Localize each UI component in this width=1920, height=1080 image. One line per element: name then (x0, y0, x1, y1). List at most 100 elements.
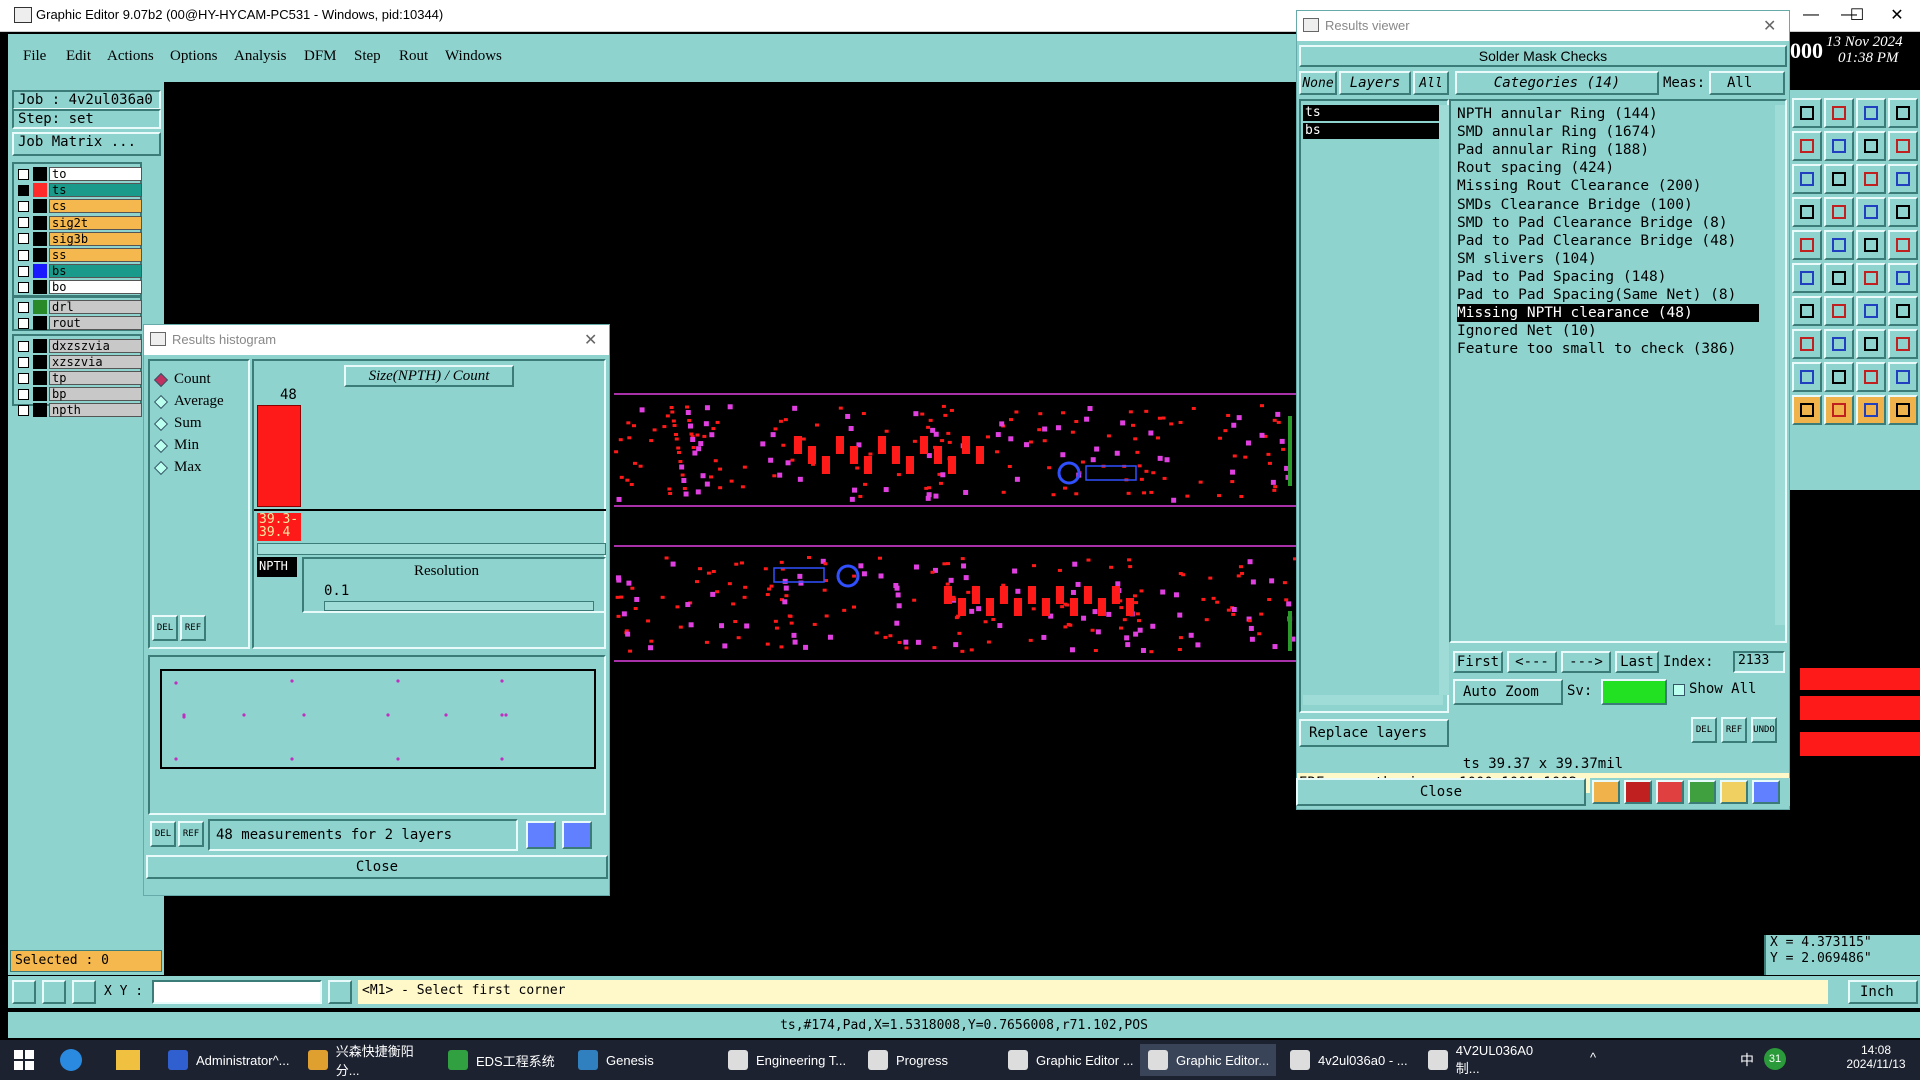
layer-color-swatch[interactable] (33, 183, 47, 198)
ime-indicator[interactable]: 中 (1740, 1050, 1754, 1070)
layer-name[interactable]: npth (49, 403, 142, 417)
layer-row-drl[interactable]: drl (14, 299, 142, 315)
path-icon[interactable] (1888, 263, 1918, 293)
angle-icon[interactable] (1824, 362, 1854, 392)
layer-row-dxzszvia[interactable]: dxzszvia (14, 338, 142, 354)
stat-mode-average-radio[interactable]: Average (153, 393, 224, 410)
layer-name[interactable]: bs (49, 264, 142, 279)
layer-color-swatch[interactable] (33, 215, 47, 230)
grid-icon[interactable] (1888, 197, 1918, 227)
orange-icon[interactable] (1888, 395, 1918, 425)
edge-icon[interactable] (1792, 395, 1822, 425)
ref-button[interactable]: REF (1721, 717, 1747, 743)
export-icon[interactable] (1824, 131, 1854, 161)
taskbar-app[interactable]: Administrator^... (160, 1044, 296, 1076)
ruler-icon[interactable] (1856, 197, 1886, 227)
layer-checkbox[interactable] (18, 217, 29, 229)
job-matrix-button[interactable]: Job Matrix ... (12, 132, 161, 156)
stat-mode-min-radio[interactable]: Min (153, 437, 199, 454)
cross-icon[interactable] (1824, 263, 1854, 293)
tray-arrow-icon[interactable]: ^ (1590, 1050, 1596, 1065)
category-vscrollbar[interactable] (1775, 105, 1785, 625)
brush-icon[interactable] (1792, 263, 1822, 293)
layer-color-swatch[interactable] (33, 199, 47, 214)
stat-mode-max-radio[interactable]: Max (153, 459, 202, 476)
resolution-slider[interactable] (324, 601, 594, 611)
layer-row-bs[interactable]: bs (14, 263, 142, 279)
histogram-bar[interactable] (257, 405, 301, 507)
none-button[interactable]: None (1299, 71, 1337, 95)
histogram-close-button[interactable]: Close (146, 855, 608, 879)
delete-icon[interactable] (1656, 780, 1684, 804)
auto-zoom-dropdown[interactable]: Auto Zoom (1453, 679, 1563, 705)
clone-icon[interactable] (1888, 329, 1918, 359)
layer-row-bo[interactable]: bo (14, 279, 142, 295)
layer-name[interactable]: bp (49, 387, 142, 401)
layer-color-swatch[interactable] (33, 248, 47, 262)
flag-icon[interactable] (1792, 98, 1822, 128)
flip-icon[interactable] (1888, 296, 1918, 326)
layer-row-ts[interactable]: ts (14, 182, 142, 198)
arc-icon[interactable] (1856, 296, 1886, 326)
all-button[interactable]: All (1413, 71, 1449, 95)
next-button[interactable]: ---> (1561, 651, 1611, 673)
frame-icon[interactable] (1792, 131, 1822, 161)
category-item[interactable]: SM slivers (104) (1457, 250, 1597, 268)
layer-row-npth[interactable]: npth (14, 402, 142, 418)
pencil-icon[interactable] (1824, 296, 1854, 326)
category-item[interactable]: SMDs Clearance Bridge (100) (1457, 196, 1693, 214)
category-item[interactable]: Feature too small to check (386) (1457, 340, 1736, 358)
menu-windows[interactable]: Windows (445, 48, 502, 65)
layer-checkbox[interactable] (18, 200, 29, 212)
scale-icon[interactable] (1856, 164, 1886, 194)
layer-checkbox[interactable] (18, 356, 29, 368)
meas-dropdown[interactable]: All (1709, 71, 1785, 95)
layer-checkbox[interactable] (18, 281, 29, 293)
del-button[interactable]: DEL (152, 615, 178, 641)
move-icon[interactable] (1792, 164, 1822, 194)
category-item[interactable]: Missing NPTH clearance (48) (1457, 304, 1759, 323)
cursor-icon[interactable] (1824, 395, 1854, 425)
layer-name[interactable]: tp (49, 371, 142, 385)
zoom-icon[interactable] (526, 821, 556, 849)
box-icon[interactable] (1856, 329, 1886, 359)
layer-name[interactable]: rout (49, 316, 142, 330)
units-dropdown[interactable]: Inch (1848, 980, 1918, 1004)
taskbar-app[interactable]: 4v2ul036a0 - ... (1282, 1044, 1418, 1076)
taskbar-app[interactable]: Genesis (570, 1044, 706, 1076)
taskbar-app[interactable]: 4V2UL036A0制... (1420, 1043, 1556, 1076)
menu-rout[interactable]: Rout (399, 48, 428, 65)
xy-input[interactable] (152, 980, 322, 1004)
layer-row-cs[interactable]: cs (14, 198, 142, 214)
layer-checkbox[interactable] (18, 372, 29, 384)
last-button[interactable]: Last (1615, 651, 1659, 673)
layer-color-swatch[interactable] (33, 231, 47, 246)
menu-file[interactable]: File (23, 48, 46, 65)
taskbar-app[interactable]: Graphic Editor... (1140, 1044, 1276, 1076)
taskbar-app[interactable]: Engineering T... (720, 1044, 856, 1076)
fill-icon[interactable] (1792, 329, 1822, 359)
shape-icon[interactable] (1824, 230, 1854, 260)
tray-badge[interactable]: 31 (1764, 1048, 1786, 1070)
target-icon[interactable] (1824, 164, 1854, 194)
layer-name[interactable]: dxzszvia (49, 339, 142, 353)
results-close-button[interactable]: Close (1296, 778, 1586, 806)
category-item[interactable]: Pad annular Ring (188) (1457, 141, 1649, 159)
result-layer-bs[interactable]: bs (1303, 123, 1439, 139)
layer-vscrollbar[interactable] (1439, 105, 1449, 695)
layer-color-swatch[interactable] (33, 371, 47, 385)
pointer-icon[interactable] (1856, 395, 1886, 425)
index-field[interactable]: 2133 (1733, 651, 1785, 673)
layer-color-swatch[interactable] (33, 403, 47, 417)
triangle-icon[interactable] (1792, 362, 1822, 392)
layer-color-swatch[interactable] (33, 316, 47, 330)
undo-button[interactable]: UNDO (1751, 717, 1777, 743)
measure-tool-icon[interactable] (42, 980, 66, 1004)
layer-row-bp[interactable]: bp (14, 386, 142, 402)
taskbar-app[interactable]: EDS工程系统 (440, 1044, 576, 1076)
layer-row-to[interactable]: to (14, 166, 142, 182)
layer-checkbox[interactable] (18, 184, 29, 196)
close-icon[interactable]: ✕ (584, 330, 597, 350)
del-button-2[interactable]: DEL (150, 821, 176, 847)
snap-icon[interactable] (1792, 296, 1822, 326)
